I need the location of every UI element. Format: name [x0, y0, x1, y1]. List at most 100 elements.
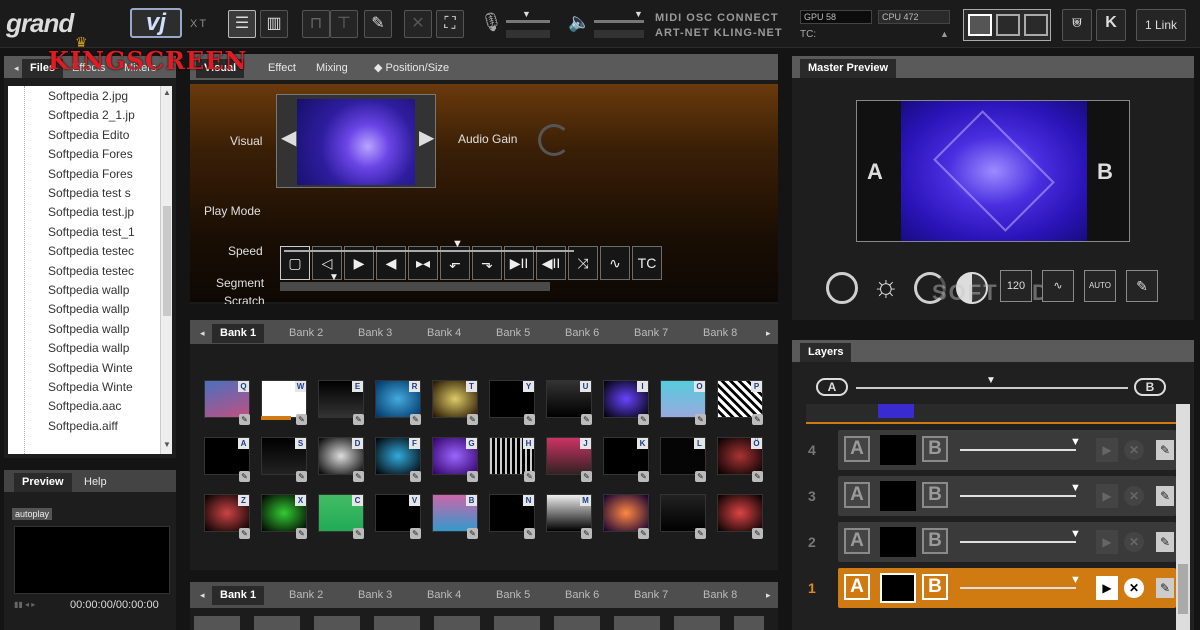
fullscreen-icon[interactable]: ⛶ [436, 10, 464, 38]
segment-slider[interactable] [280, 282, 550, 291]
scroll-down-icon[interactable]: ▼ [163, 440, 171, 449]
clip-slot[interactable]: Q ✎ [204, 380, 250, 425]
visual-thumbnail[interactable] [297, 99, 415, 185]
layer-opacity-handle[interactable]: ▼ [1070, 528, 1081, 540]
clip-edit-icon[interactable]: ✎ [638, 471, 649, 482]
crossfader-b[interactable]: B [1134, 378, 1166, 396]
file-list-item[interactable]: Softpedia test s [48, 184, 158, 203]
layer-b-toggle[interactable]: B [922, 528, 948, 554]
clip-edit-icon[interactable]: ✎ [410, 528, 421, 539]
layers-scroll-thumb[interactable] [1178, 564, 1188, 614]
tab-help[interactable]: Help [76, 473, 115, 492]
clip-slot[interactable]: I ✎ [603, 380, 649, 425]
clip-slot[interactable]: H ✎ [489, 437, 535, 482]
brightness-icon[interactable]: ☼ [872, 270, 900, 304]
preview-controls-icon[interactable]: ▮▮ ◂ ▸ [14, 600, 35, 609]
clip-edit-icon[interactable]: ✎ [695, 471, 706, 482]
layer-b-toggle[interactable]: B [922, 482, 948, 508]
layer-close-icon[interactable]: ✕ [1124, 440, 1144, 460]
clip-slot[interactable]: ✎ [603, 494, 649, 539]
list-view-button[interactable]: ☰ [228, 10, 256, 38]
audio-gain-knob[interactable] [538, 124, 570, 156]
file-list-item[interactable]: Softpedia Fores [48, 165, 158, 184]
bottom-scroll-left[interactable]: ◂ [192, 586, 213, 605]
file-list-item[interactable]: Softpedia.aiff [48, 417, 158, 436]
file-list-item[interactable]: Softpedia wallp [48, 320, 158, 339]
bottom-bank-6[interactable]: Bank 6 [557, 586, 607, 605]
clip-slot[interactable]: W ✎ [261, 380, 307, 425]
layer-row[interactable]: A B ▼ ▶ ✕ ✎ [838, 568, 1176, 608]
visual-next-icon[interactable]: ▶ [419, 125, 434, 150]
master-dial-icon[interactable] [826, 272, 858, 304]
layer-edit-icon[interactable]: ✎ [1156, 578, 1174, 598]
clip-slot[interactable]: T ✎ [432, 380, 478, 425]
layer-b-toggle[interactable]: B [922, 574, 948, 600]
file-list-item[interactable]: Softpedia testec [48, 262, 158, 281]
clip-edit-icon[interactable]: ✎ [638, 528, 649, 539]
volume-slider[interactable] [594, 20, 644, 23]
layer-a-toggle[interactable]: A [844, 528, 870, 554]
tab-position-size[interactable]: ◆ Position/Size [366, 59, 457, 78]
crossfader-a[interactable]: A [816, 378, 848, 396]
scroll-up-icon[interactable]: ▲ [163, 88, 171, 97]
protocols-line2[interactable]: ART-NET KLING-NET [655, 27, 783, 39]
file-list-item[interactable]: Softpedia test_1 [48, 223, 158, 242]
disabled-button[interactable]: ✕ [404, 10, 432, 38]
layer-close-icon[interactable]: ✕ [1124, 578, 1144, 598]
clip-edit-icon[interactable]: ✎ [581, 414, 592, 425]
file-list-item[interactable]: Softpedia 2.jpg [48, 87, 158, 106]
file-list-item[interactable]: Softpedia wallp [48, 300, 158, 319]
k-icon[interactable]: K [1096, 9, 1126, 41]
clip-edit-icon[interactable]: ✎ [638, 414, 649, 425]
waveform-icon[interactable]: ∿ [1042, 270, 1074, 302]
layer-play-button[interactable]: ▶ [1096, 530, 1118, 554]
tab-mixing[interactable]: Mixing [308, 59, 356, 78]
clip-slot[interactable]: C ✎ [318, 494, 364, 539]
clip-edit-icon[interactable]: ✎ [296, 471, 307, 482]
clip-edit-icon[interactable]: ✎ [296, 528, 307, 539]
top-bank-7[interactable]: Bank 7 [626, 324, 676, 343]
clip-edit-icon[interactable]: ✎ [410, 414, 421, 425]
file-list-item[interactable]: Softpedia wallp [48, 339, 158, 358]
layer-row[interactable]: A B ▼ ▶ ✕ ✎ [838, 476, 1176, 516]
layer-play-button[interactable]: ▶ [1096, 438, 1118, 462]
timecode-arrow-icon[interactable]: ▲ [940, 29, 949, 39]
layer-row[interactable]: A B ▼ ▶ ✕ ✎ [838, 522, 1176, 562]
layer-opacity-handle[interactable]: ▼ [1070, 482, 1081, 494]
bottom-bank-8[interactable]: Bank 8 [695, 586, 745, 605]
layer-edit-icon[interactable]: ✎ [1156, 532, 1174, 552]
top-bank-5[interactable]: Bank 5 [488, 324, 538, 343]
mic-level-slider[interactable] [506, 20, 550, 23]
layer-a-toggle[interactable]: A [844, 574, 870, 600]
file-list-item[interactable]: Softpedia test.jp [48, 203, 158, 222]
clip-edit-icon[interactable]: ✎ [524, 414, 535, 425]
clip-edit-icon[interactable]: ✎ [752, 471, 763, 482]
bottom-scroll-right[interactable]: ▸ [758, 586, 779, 605]
file-list-item[interactable]: Softpedia Fores [48, 145, 158, 164]
layer-thumbnail[interactable] [880, 481, 916, 511]
clip-slot[interactable]: Z ✎ [204, 494, 250, 539]
layer-edit-icon[interactable]: ✎ [1156, 440, 1174, 460]
clip-slot[interactable]: F ✎ [375, 437, 421, 482]
tab-effect[interactable]: Effect [260, 59, 304, 78]
clip-slot[interactable]: P ✎ [717, 380, 763, 425]
volume-slider-handle[interactable]: ▼ [634, 9, 643, 19]
top-bank-8[interactable]: Bank 8 [695, 324, 745, 343]
bottom-bank-1[interactable]: Bank 1 [212, 586, 265, 605]
clip-slot[interactable]: ✎ [660, 494, 706, 539]
tab-preview[interactable]: Preview [14, 473, 72, 492]
file-list-item[interactable]: Softpedia wallp [48, 281, 158, 300]
mic-slider-handle[interactable]: ▼ [522, 9, 531, 19]
layer-play-button[interactable]: ▶ [1096, 576, 1118, 600]
clip-slot[interactable]: Ö ✎ [717, 437, 763, 482]
play-mode-button[interactable]: ∿ [600, 246, 630, 280]
visual-prev-icon[interactable]: ◀ [281, 125, 296, 150]
clip-edit-icon[interactable]: ✎ [467, 528, 478, 539]
layer-play-button[interactable]: ▶ [1096, 484, 1118, 508]
clip-slot[interactable]: G ✎ [432, 437, 478, 482]
clip-slot[interactable]: O ✎ [660, 380, 706, 425]
clip-edit-icon[interactable]: ✎ [467, 414, 478, 425]
clip-edit-icon[interactable]: ✎ [752, 528, 763, 539]
snap-right-button[interactable]: ⊤ [330, 10, 358, 38]
file-list-scrollbar[interactable]: ▲ ▼ [160, 86, 172, 454]
